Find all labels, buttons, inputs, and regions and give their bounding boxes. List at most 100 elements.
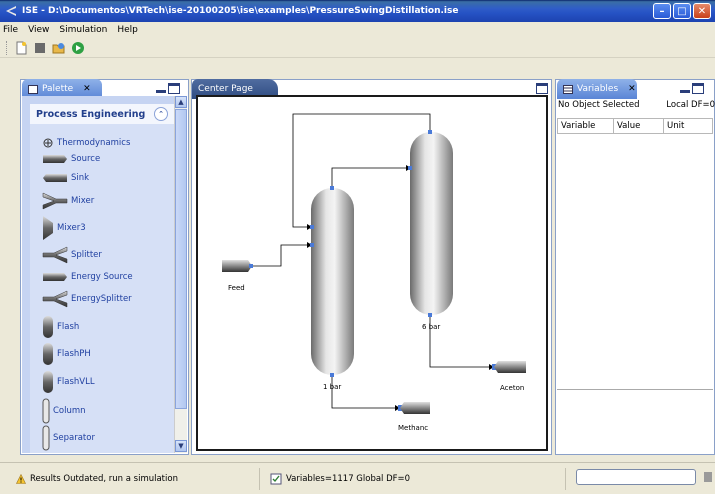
new-file-icon[interactable]	[14, 41, 28, 55]
palette-item-label: Energy Source	[71, 272, 133, 282]
table-header-row: Variable Value Unit	[557, 118, 713, 134]
palette-item-mixer3[interactable]: Mixer3	[42, 215, 86, 241]
status-message-text: Results Outdated, run a simulation	[30, 474, 178, 484]
palette-item-flash[interactable]: Flash	[42, 315, 79, 339]
palette-item-label: Separator	[53, 433, 95, 443]
energy-splitter-icon	[42, 290, 68, 308]
energy-source-icon	[43, 273, 67, 281]
window-title: ISE - D:\Documentos\VRTech\ise-20100205\…	[22, 6, 459, 16]
title-bar: ISE - D:\Documentos\VRTech\ise-20100205\…	[0, 0, 715, 22]
feed-source[interactable]	[222, 260, 253, 272]
center-maximize-icon[interactable]	[536, 83, 548, 94]
palette-item-sink[interactable]: Sink	[42, 171, 89, 185]
palette-item-label: FlashVLL	[57, 377, 95, 387]
splitter-icon	[42, 246, 68, 264]
column-6bar[interactable]	[408, 130, 453, 317]
palette-item-label: FlashPH	[57, 349, 91, 359]
status-variables-text: Variables=1117 Global DF=0	[286, 474, 411, 484]
variables-close-icon[interactable]: ✕	[628, 84, 636, 94]
palette-item-source[interactable]: Source	[42, 152, 100, 166]
palette-item-flashvll[interactable]: FlashVLL	[42, 370, 95, 394]
column-header-variable[interactable]: Variable	[557, 118, 614, 134]
palette-item-mixer[interactable]: Mixer	[42, 192, 94, 210]
scroll-thumb[interactable]	[175, 109, 187, 409]
menu-help[interactable]: Help	[117, 25, 138, 35]
scroll-up-button[interactable]: ▲	[175, 96, 187, 108]
collapse-icon[interactable]: ⌃	[154, 107, 168, 121]
status-end-grip	[704, 472, 712, 482]
product2-label: Aceton	[500, 384, 524, 392]
variables-table: Variable Value Unit	[557, 118, 713, 134]
palette-item-label: Flash	[57, 322, 80, 332]
scroll-down-button[interactable]: ▼	[175, 440, 187, 452]
palette-item-flashph[interactable]: FlashPH	[42, 342, 91, 366]
menu-view[interactable]: View	[28, 25, 49, 35]
maximize-button[interactable]: □	[673, 3, 691, 19]
stream-top1[interactable]	[331, 167, 410, 188]
palette-section-title: Process Engineering	[36, 108, 146, 120]
variables-maximize-icon[interactable]	[692, 83, 704, 94]
palette-minimize-icon[interactable]	[156, 83, 166, 93]
chevron-up-icon: ▲	[178, 98, 184, 106]
variables-detail-area	[557, 389, 713, 452]
palette-close-icon[interactable]: ✕	[83, 84, 91, 94]
center-tab-label: Center Page	[198, 84, 253, 94]
product1-label: Methanc	[398, 424, 428, 432]
tab-variables[interactable]: Variables ✕	[557, 79, 637, 99]
stream-bottom1[interactable]	[331, 375, 399, 409]
warning-icon	[16, 474, 26, 484]
open-folder-icon[interactable]	[52, 41, 66, 55]
separator-icon	[42, 425, 50, 451]
palette-item-label: Column	[53, 406, 86, 416]
palette-item-label: Mixer	[71, 196, 95, 206]
variables-tab-label: Variables	[577, 84, 619, 94]
palette-item-thermodynamics[interactable]: Thermodynamics	[42, 137, 130, 149]
maximize-icon: □	[677, 5, 687, 17]
palette-item-label: EnergySplitter	[71, 294, 132, 304]
thermodynamics-icon	[43, 138, 53, 148]
palette-item-column[interactable]: Column	[42, 398, 86, 424]
menu-simulation[interactable]: Simulation	[59, 25, 107, 35]
local-df: Local DF=0	[666, 100, 715, 110]
palette-item-label: Splitter	[71, 250, 102, 260]
palette-maximize-icon[interactable]	[168, 83, 180, 94]
app-icon	[6, 6, 16, 16]
feed-label: Feed	[228, 284, 245, 292]
methanol-sink[interactable]	[398, 402, 430, 414]
column-1bar[interactable]	[310, 186, 354, 377]
variables-info-row: No Object Selected Local DF=0	[558, 100, 715, 114]
palette-item-energy-source[interactable]: Energy Source	[42, 270, 133, 284]
flowsheet-canvas[interactable]: Feed 1 bar 6 bar Methanc Aceton	[196, 95, 548, 451]
menu-file[interactable]: File	[3, 25, 18, 35]
column-header-unit[interactable]: Unit	[663, 118, 713, 134]
minimize-icon: –	[659, 5, 665, 17]
palette-item-separator[interactable]: Separator	[42, 425, 95, 451]
selection-text: No Object Selected	[558, 100, 640, 110]
palette-item-splitter[interactable]: Splitter	[42, 246, 102, 264]
mixer3-icon	[43, 216, 53, 240]
palette-scrollbar[interactable]: ▲ ▼	[174, 96, 187, 453]
run-icon[interactable]	[71, 41, 85, 55]
palette-item-energy-splitter[interactable]: EnergySplitter	[42, 290, 132, 308]
column-header-value[interactable]: Value	[613, 118, 664, 134]
palette-tab-label: Palette	[42, 84, 74, 94]
palette-item-label: Thermodynamics	[57, 138, 131, 148]
variables-minimize-icon[interactable]	[680, 83, 690, 93]
status-message: Results Outdated, run a simulation	[12, 468, 260, 490]
acetone-sink[interactable]	[492, 361, 526, 373]
toolbar-grip	[6, 40, 9, 55]
sink-icon	[43, 174, 67, 182]
variables-icon	[563, 84, 573, 94]
flash-icon	[43, 316, 53, 338]
stop-icon[interactable]	[33, 41, 47, 55]
column2-label: 6 bar	[422, 323, 440, 331]
palette-section-header[interactable]: Process Engineering ⌃	[30, 104, 174, 124]
source-icon	[43, 155, 67, 163]
mixer-icon	[42, 192, 68, 210]
stream-feed[interactable]	[252, 244, 311, 267]
palette-item-label: Source	[71, 154, 101, 164]
close-button[interactable]: ✕	[693, 3, 711, 19]
chevron-down-icon: ▼	[178, 442, 184, 450]
minimize-button[interactable]: –	[653, 3, 671, 19]
palette-item-label: Sink	[71, 173, 90, 183]
